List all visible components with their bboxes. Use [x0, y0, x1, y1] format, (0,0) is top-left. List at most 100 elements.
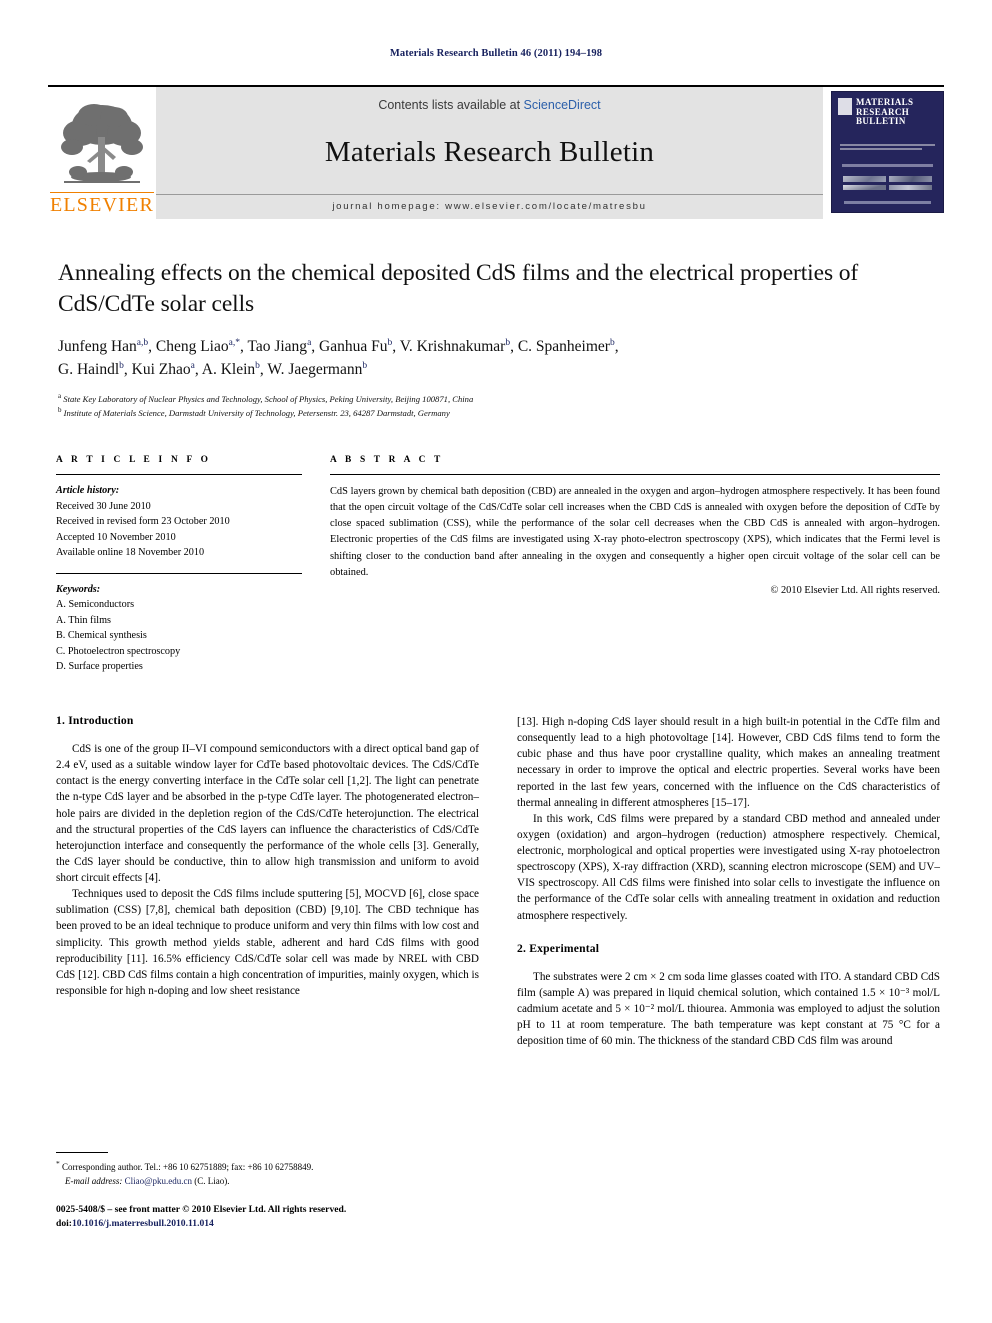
- keyword-item: C. Photoelectron spectroscopy: [56, 645, 181, 657]
- author-line-2: G. Haindlb, Kui Zhaoa, A. Kleinb, W. Jae…: [58, 360, 368, 378]
- author-name: C. Spanheimer: [517, 338, 610, 356]
- doi-label: doi:: [56, 1218, 72, 1230]
- history-item: Available online 18 November 2010: [56, 547, 205, 558]
- elsevier-wordmark: ELSEVIER: [49, 192, 155, 216]
- body-two-column: 1. Introduction CdS is one of the group …: [56, 714, 940, 1144]
- paragraph-experimental-1: The substrates were 2 cm × 2 cm soda lim…: [517, 970, 940, 1048]
- running-head: Materials Research Bulletin 46 (2011) 19…: [389, 48, 603, 59]
- journal-cover-thumbnail: MATERIALS RESEARCH BULLETIN: [831, 91, 944, 213]
- paragraph-intro-1: CdS is one of the group II–VI compound s…: [56, 743, 479, 884]
- cover-subtitle-lines: [840, 144, 935, 153]
- author-sep: ,: [148, 338, 156, 356]
- author-sep: ,: [392, 338, 400, 356]
- keywords-label: Keywords:: [56, 583, 101, 595]
- affiliation-a: a State Key Laboratory of Nuclear Physic…: [58, 391, 938, 405]
- journal-band: Contents lists available at ScienceDirec…: [156, 87, 823, 219]
- article-title: Annealing effects on the chemical deposi…: [58, 260, 859, 317]
- abstract-copyright: © 2010 Elsevier Ltd. All rights reserved…: [770, 584, 941, 596]
- keyword-item: A. Thin films: [56, 614, 111, 626]
- sciencedirect-link[interactable]: ScienceDirect: [524, 98, 601, 112]
- journal-title: Materials Research Bulletin: [324, 136, 655, 168]
- contents-available-line: Contents lists available at ScienceDirec…: [378, 98, 600, 112]
- author-name: Cheng Liao: [155, 338, 229, 356]
- cover-micrograph-2: [889, 176, 932, 182]
- journal-masthead: ELSEVIER Contents lists available at Sci…: [48, 85, 944, 219]
- author-affil-marker: a,b: [136, 337, 149, 348]
- issn-front-matter: 0025-5408/$ – see front matter © 2010 El…: [56, 1204, 347, 1215]
- author-affil-marker: a,*: [228, 337, 240, 348]
- info-abstract-row: A R T I C L E I N F O Article history: R…: [56, 455, 940, 675]
- contents-prefix: Contents lists available at: [378, 98, 524, 112]
- history-item: Accepted 10 November 2010: [56, 531, 176, 543]
- footnote-text: * Corresponding author. Tel.: +86 10 627…: [56, 1158, 479, 1188]
- author-sep: ,: [123, 360, 132, 378]
- affiliation-a-text: State Key Laboratory of Nuclear Physics …: [63, 393, 474, 404]
- body-column-right: [13]. High n-doping CdS layer should res…: [517, 714, 940, 1144]
- abstract-column: A B S T R A C T CdS layers grown by chem…: [330, 455, 940, 675]
- cover-micrograph-1: [843, 176, 886, 182]
- affiliations: a State Key Laboratory of Nuclear Physic…: [58, 391, 938, 420]
- cover-editor-line: [842, 164, 933, 167]
- corresponding-author-footnote: * Corresponding author. Tel.: +86 10 627…: [56, 1152, 479, 1188]
- author-affil-marker: b: [362, 360, 368, 371]
- paragraph-intro-4: In this work, CdS films were prepared by…: [517, 812, 940, 922]
- footnote-contact: Corresponding author. Tel.: +86 10 62751…: [62, 1162, 314, 1172]
- author-list: Junfeng Hana,b, Cheng Liaoa,*, Tao Jiang…: [58, 336, 938, 381]
- email-link[interactable]: Cliao@pku.edu.cn: [125, 1176, 192, 1186]
- elsevier-logo: ELSEVIER: [48, 87, 156, 219]
- publisher-footer: 0025-5408/$ – see front matter © 2010 El…: [56, 1203, 576, 1232]
- author-name: A. Klein: [201, 360, 256, 378]
- section-heading-experimental: 2. Experimental: [517, 941, 600, 955]
- paper-page: Materials Research Bulletin 46 (2011) 19…: [0, 0, 992, 1323]
- doi-line: doi:10.1016/j.materresbull.2010.11.014: [56, 1217, 576, 1231]
- paragraph-intro-2: Techniques used to deposit the CdS films…: [56, 888, 479, 997]
- journal-homepage[interactable]: journal homepage: www.elsevier.com/locat…: [156, 194, 823, 219]
- author-sep: ,: [510, 338, 518, 356]
- author-name: Junfeng Han: [58, 338, 137, 356]
- author-name: V. Krishnakumar: [399, 338, 506, 356]
- author-name: G. Haindl: [58, 360, 120, 378]
- cover-micrograph-grid: [843, 176, 932, 190]
- email-suffix: (C. Liao).: [191, 1175, 230, 1186]
- affiliation-marker-b: b: [58, 406, 62, 415]
- author-line-1: Junfeng Hana,b, Cheng Liaoa,*, Tao Jiang…: [58, 338, 619, 355]
- article-history-label: Article history:: [56, 485, 120, 496]
- elsevier-tree-icon: [61, 104, 143, 183]
- title-block: Annealing effects on the chemical deposi…: [58, 258, 938, 420]
- email-label: E-mail address:: [65, 1175, 123, 1186]
- abstract-heading: A B S T R A C T: [330, 455, 444, 465]
- author-name: Tao Jiang: [247, 338, 308, 356]
- author-sep: ,: [194, 360, 202, 378]
- paragraph-intro-3: [13]. High n-doping CdS layer should res…: [517, 716, 940, 809]
- body-column-left: 1. Introduction CdS is one of the group …: [56, 714, 479, 1144]
- cover-title-line-1: MATERIALS: [856, 97, 914, 107]
- keyword-item: B. Chemical synthesis: [56, 630, 147, 641]
- affiliation-b-text: Institute of Materials Science, Darmstad…: [63, 408, 450, 419]
- keyword-item: D. Surface properties: [56, 661, 143, 672]
- cover-micrograph-4: [889, 184, 932, 190]
- author-name: Ganhua Fu: [319, 338, 388, 356]
- cover-micrograph-3: [843, 184, 886, 190]
- cover-title-line-3: BULLETIN: [856, 116, 906, 127]
- footnote-marker: *: [56, 1159, 60, 1168]
- author-name: Kui Zhao: [131, 360, 191, 378]
- keywords-block: Keywords: A. Semiconductors A. Thin film…: [56, 574, 302, 675]
- cover-footer-line: [844, 201, 931, 204]
- affiliation-marker-a: a: [58, 392, 62, 401]
- doi-value[interactable]: 10.1016/j.materresbull.2010.11.014: [72, 1218, 214, 1229]
- author-sep: ,: [311, 338, 320, 356]
- author-sep: ,: [614, 338, 619, 356]
- article-info-column: A R T I C L E I N F O Article history: R…: [56, 455, 302, 675]
- cover-elsevier-mark: [838, 98, 852, 115]
- history-item: Received in revised form 23 October 2010: [56, 516, 230, 527]
- cover-title-line-2: RESEARCH: [856, 106, 910, 117]
- author-name: W. Jaegermann: [267, 360, 363, 378]
- section-heading-introduction: 1. Introduction: [56, 714, 134, 727]
- keyword-item: A. Semiconductors: [56, 599, 135, 610]
- affiliation-b: b Institute of Materials Science, Darmst…: [58, 405, 938, 419]
- article-history: Article history: Received 30 June 2010 R…: [56, 475, 302, 561]
- footnote-rule: [56, 1152, 108, 1153]
- abstract-text: CdS layers grown by chemical bath deposi…: [330, 486, 940, 578]
- cover-title: MATERIALS RESEARCH BULLETIN: [856, 97, 914, 127]
- history-item: Received 30 June 2010: [56, 500, 151, 512]
